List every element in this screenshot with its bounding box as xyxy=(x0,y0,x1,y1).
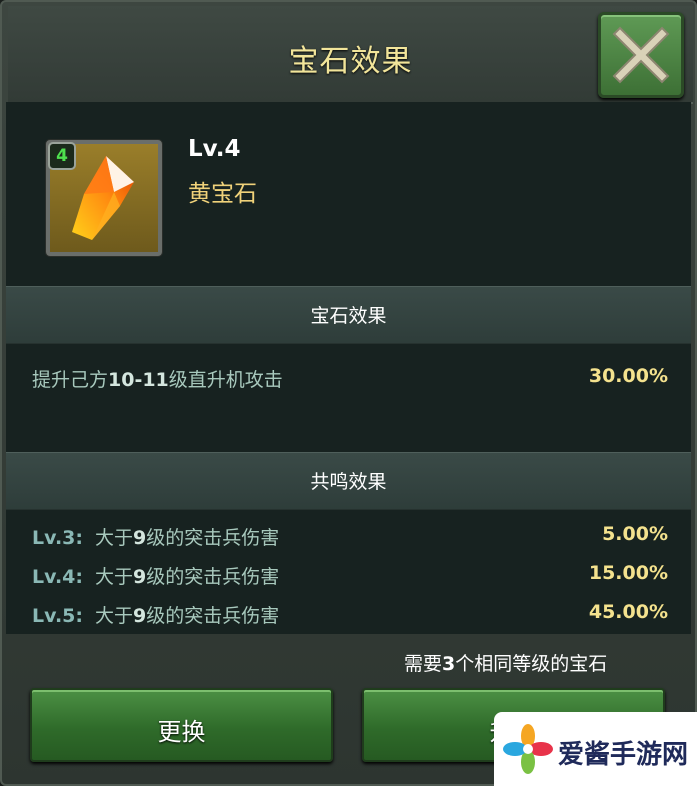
resonance-row: Lv.4: 大于9级的突击兵伤害 15.00% xyxy=(32,560,668,590)
resonance-row: Lv.5: 大于9级的突击兵伤害 45.00% xyxy=(32,599,668,629)
gem-effect-header: 宝石效果 xyxy=(6,286,691,344)
resonance-header-label: 共鸣效果 xyxy=(310,471,387,493)
content-panel: 4 Lv.4 黄宝石 宝石效果 提升己方10-11级直升机攻击 30.00% 共… xyxy=(6,102,691,634)
site-watermark: 爱酱手游网 xyxy=(494,712,697,786)
resonance-value: 15.00% xyxy=(588,562,668,584)
gem-level-badge: 4 xyxy=(48,142,76,170)
requirement-text: 需要3个相同等级的宝石 xyxy=(404,653,608,675)
close-icon xyxy=(612,26,670,84)
gem-name: 黄宝石 xyxy=(188,181,257,207)
resonance-header: 共鸣效果 xyxy=(6,452,691,510)
gem-effect-header-label: 宝石效果 xyxy=(310,305,387,327)
watermark-text: 爱酱手游网 xyxy=(558,740,689,770)
resonance-desc: Lv.3: 大于9级的突击兵伤害 xyxy=(32,527,280,549)
resonance-value: 45.00% xyxy=(588,601,668,623)
replace-button[interactable]: 更换 xyxy=(30,688,333,762)
resonance-row: Lv.3: 大于9级的突击兵伤害 5.00% xyxy=(32,521,668,551)
gem-effect-desc: 提升己方10-11级直升机攻击 xyxy=(32,369,283,391)
dialog-title: 宝石效果 xyxy=(288,44,413,79)
close-button[interactable] xyxy=(598,12,684,98)
title-bar: 宝石效果 xyxy=(8,6,693,104)
pinwheel-logo-icon xyxy=(503,724,553,774)
resonance-value: 5.00% xyxy=(602,523,668,545)
gem-level: Lv.4 xyxy=(188,136,241,162)
replace-button-label: 更换 xyxy=(157,718,206,746)
gem-effect-value: 30.00% xyxy=(588,365,668,387)
gem-effect-row: 提升己方10-11级直升机攻击 30.00% xyxy=(32,363,668,393)
resonance-desc: Lv.4: 大于9级的突击兵伤害 xyxy=(32,566,280,588)
gem-info: 4 Lv.4 黄宝石 xyxy=(6,102,691,286)
resonance-desc: Lv.5: 大于9级的突击兵伤害 xyxy=(32,605,280,627)
